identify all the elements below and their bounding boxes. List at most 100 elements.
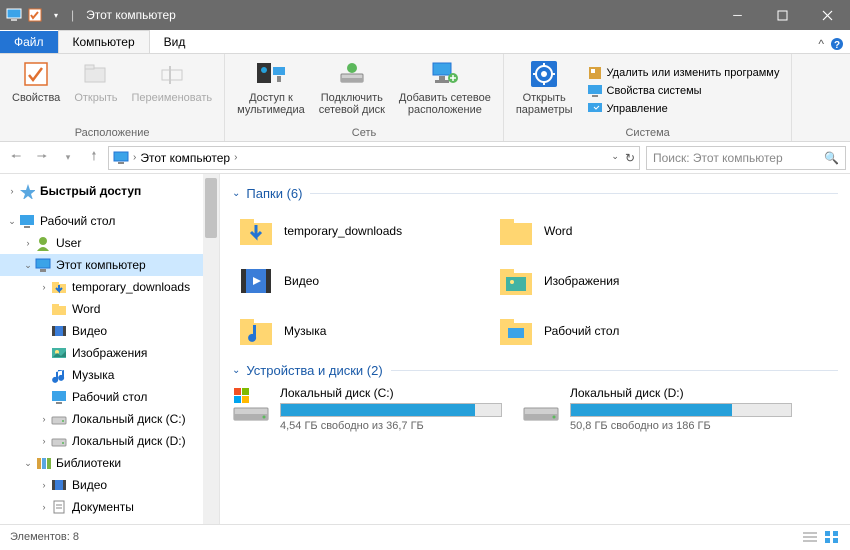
expand-icon[interactable]: › — [22, 238, 34, 248]
tree-item[interactable]: ⌄Рабочий стол — [0, 210, 219, 232]
expand-icon[interactable]: ⌄ — [6, 216, 18, 227]
group-network-label: Сеть — [231, 126, 497, 141]
expand-icon[interactable]: ⌄ — [22, 458, 34, 469]
chevron-down-icon: ⌄ — [232, 365, 240, 376]
properties-icon — [20, 58, 52, 90]
tree-item[interactable]: ⌄ Библиотеки — [0, 452, 219, 474]
recent-dropdown[interactable]: ▾ — [56, 146, 80, 170]
help-icon[interactable]: ? — [830, 37, 844, 51]
drive-item[interactable]: Локальный диск (C:)4,54 ГБ свободно из 3… — [232, 386, 502, 432]
tree-item[interactable]: Видео — [0, 320, 219, 342]
refresh-icon[interactable]: ↻ — [625, 151, 635, 165]
expand-icon[interactable]: › — [38, 282, 50, 292]
tab-file[interactable]: Файл — [0, 31, 58, 53]
tree-item[interactable]: Рабочий стол — [0, 386, 219, 408]
expand-icon[interactable]: ⌄ — [22, 260, 34, 271]
tree-item[interactable]: ⌄ Этот компьютер — [0, 254, 219, 276]
navbar: 🠔 🠖 ▾ 🠕 › Этот компьютер › ⌄ ↻ Поиск: Эт… — [0, 142, 850, 174]
chevron-icon[interactable]: › — [234, 152, 237, 163]
tree-item[interactable]: ›Локальный диск (C:) — [0, 408, 219, 430]
manage-button[interactable]: Управление — [587, 101, 780, 117]
folder-item[interactable]: Видео — [232, 259, 492, 303]
sys-props-button[interactable]: Свойства системы — [587, 83, 780, 99]
folder-name: Музыка — [284, 324, 326, 338]
tree-item[interactable]: ›Локальный диск (D:) — [0, 430, 219, 452]
add-netloc-button[interactable]: Добавить сетевое расположение — [393, 56, 497, 126]
drives-group-header[interactable]: ⌄Устройства и диски (2) — [232, 363, 838, 378]
addr-dropdown-icon[interactable]: ⌄ — [611, 151, 619, 165]
close-button[interactable] — [805, 0, 850, 30]
item-count: Элементов: 8 — [10, 531, 79, 543]
forward-button[interactable]: 🠖 — [30, 146, 54, 170]
qat-properties-icon[interactable] — [26, 6, 44, 24]
address-bar[interactable]: › Этот компьютер › ⌄ ↻ — [108, 146, 640, 170]
tree-item[interactable]: ›Документы — [0, 496, 219, 518]
picture-icon — [50, 344, 68, 362]
drive-icon — [50, 432, 68, 450]
expand-icon[interactable]: › — [6, 186, 18, 196]
rename-icon — [156, 58, 188, 90]
manage-icon — [587, 101, 603, 117]
minimize-button[interactable]: ─ — [715, 0, 760, 30]
tree-scrollbar[interactable] — [203, 174, 219, 524]
svg-text:?: ? — [834, 40, 840, 51]
tree-item-label: temporary_downloads — [72, 280, 190, 294]
folder-item[interactable]: Рабочий стол — [492, 309, 752, 353]
tiles-view-icon[interactable] — [824, 530, 840, 544]
drive-usage-bar — [570, 403, 792, 417]
drive-icon — [50, 410, 68, 428]
map-drive-button[interactable]: Подключить сетевой диск — [313, 56, 391, 126]
folder-name: Изображения — [544, 274, 619, 288]
tree-item[interactable]: Изображения — [0, 342, 219, 364]
tree-item[interactable]: Музыка — [0, 364, 219, 386]
maximize-button[interactable] — [760, 0, 805, 30]
properties-button[interactable]: Свойства — [6, 56, 66, 126]
breadcrumb-item[interactable]: Этот компьютер — [140, 151, 230, 165]
search-input[interactable]: Поиск: Этот компьютер 🔍 — [646, 146, 846, 170]
drive-item[interactable]: Локальный диск (D:)50,8 ГБ свободно из 1… — [522, 386, 792, 432]
tree-item-label: Рабочий стол — [72, 390, 147, 404]
folder-item[interactable]: Музыка — [232, 309, 492, 353]
desktop-icon — [50, 388, 68, 406]
folder-item[interactable]: Изображения — [492, 259, 752, 303]
tree-item[interactable]: Word — [0, 298, 219, 320]
tree-item[interactable]: › temporary_downloads — [0, 276, 219, 298]
dlfolder-icon — [238, 213, 274, 249]
uninstall-button[interactable]: Удалить или изменить программу — [587, 65, 780, 81]
rename-button: Переименовать — [126, 56, 219, 126]
desktop-folder-icon — [498, 313, 534, 349]
tree-item[interactable]: ›User — [0, 232, 219, 254]
expand-icon[interactable]: › — [38, 480, 50, 490]
qat-pc-icon[interactable] — [5, 6, 23, 24]
expand-icon[interactable]: › — [38, 502, 50, 512]
ribbon-collapse-icon[interactable]: ^ — [818, 37, 824, 51]
media-access-button[interactable]: Доступ к мультимедиа — [231, 56, 311, 126]
nav-tree[interactable]: ›Быстрый доступ⌄Рабочий стол›User⌄Этот к… — [0, 174, 220, 524]
tree-item[interactable]: ›Видео — [0, 474, 219, 496]
tree-item-label: Библиотеки — [56, 456, 121, 470]
tab-view[interactable]: Вид — [150, 31, 200, 53]
expand-icon[interactable]: › — [38, 414, 50, 424]
map-drive-icon — [336, 58, 368, 90]
search-icon[interactable]: 🔍 — [824, 151, 839, 165]
expand-icon[interactable]: › — [38, 436, 50, 446]
settings-icon — [528, 58, 560, 90]
folder-item[interactable]: Word — [492, 209, 752, 253]
user-icon — [34, 234, 52, 252]
drive-free-text: 50,8 ГБ свободно из 186 ГБ — [570, 420, 792, 432]
up-button[interactable]: 🠕 — [82, 146, 106, 170]
star-icon — [18, 182, 36, 200]
folder-icon — [50, 300, 68, 318]
details-view-icon[interactable] — [802, 530, 818, 544]
back-button[interactable]: 🠔 — [4, 146, 28, 170]
tree-item-label: Видео — [72, 324, 107, 338]
tab-computer[interactable]: Компьютер — [58, 30, 150, 53]
open-settings-button[interactable]: Открыть параметры — [510, 56, 579, 126]
chevron-icon[interactable]: › — [133, 152, 136, 163]
tree-item[interactable]: ›Быстрый доступ — [0, 180, 219, 202]
folder-item[interactable]: temporary_downloads — [232, 209, 492, 253]
folders-group-header[interactable]: ⌄Папки (6) — [232, 186, 838, 201]
tree-item-label: Word — [72, 302, 100, 316]
tree-item-label: Этот компьютер — [56, 258, 146, 272]
qat-dropdown-icon[interactable]: ▾ — [47, 6, 65, 24]
